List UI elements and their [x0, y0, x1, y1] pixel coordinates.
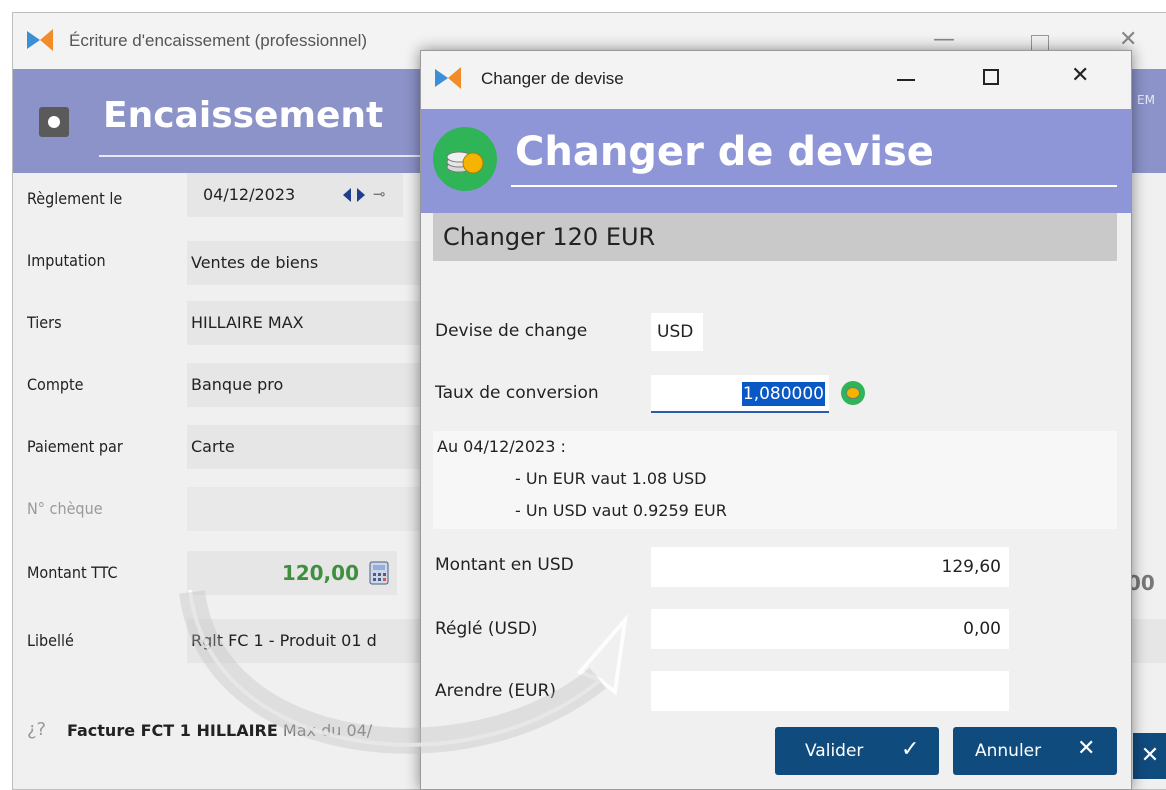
dialog-minimize-button[interactable]: [897, 79, 915, 81]
arendre-field[interactable]: [651, 671, 1009, 711]
regle-label: Réglé (USD): [435, 619, 538, 639]
libelle-value: Rglt FC 1 - Produit 01 d: [191, 631, 377, 650]
tiers-field[interactable]: HILLAIRE MAX: [187, 301, 427, 345]
background-window-title: Écriture d'encaissement (professionnel): [69, 31, 368, 50]
tiers-value: HILLAIRE MAX: [191, 313, 304, 332]
regle-value: 0,00: [963, 619, 1001, 639]
libelle-field-right[interactable]: [1131, 619, 1166, 663]
arendre-label: Arendre (EUR): [435, 681, 557, 701]
background-cancel-button[interactable]: ✕: [1133, 733, 1166, 779]
app-logo-icon: [27, 29, 53, 51]
change-currency-dialog: Changer de devise ✕ Changer de devise Ch…: [420, 50, 1132, 790]
devise-value: USD: [657, 322, 694, 342]
annuler-button[interactable]: Annuler ✕: [953, 727, 1117, 775]
next-date-icon[interactable]: [357, 188, 365, 202]
valider-button[interactable]: Valider ✓: [775, 727, 939, 775]
pin-icon[interactable]: ⊸: [373, 185, 386, 203]
dialog-titlebar: Changer de devise ✕: [421, 51, 1131, 109]
close-button[interactable]: ✕: [1119, 27, 1137, 52]
montant-ttc-field[interactable]: 120,00: [187, 551, 397, 595]
paiement-label: Paiement par: [27, 437, 123, 456]
minimize-button[interactable]: —: [933, 27, 955, 52]
cheque-label: N° chèque: [27, 499, 103, 518]
header-right-text: EM: [1137, 93, 1155, 107]
compte-field[interactable]: Banque pro: [187, 363, 427, 407]
paiement-value: Carte: [191, 437, 235, 456]
previous-date-icon[interactable]: [343, 188, 351, 202]
change-amount-banner: Changer 120 EUR: [433, 213, 1117, 261]
montant-usd-field[interactable]: 129,60: [651, 547, 1009, 587]
annuler-label: Annuler: [975, 741, 1042, 761]
montant-ttc-label: Montant TTC: [27, 563, 118, 582]
info-line-1: - Un EUR vaut 1.08 USD: [515, 469, 707, 488]
devise-field[interactable]: USD: [651, 313, 703, 351]
imputation-field[interactable]: Ventes de biens: [187, 241, 427, 285]
paiement-field[interactable]: Carte: [187, 425, 427, 469]
safe-icon: [39, 107, 69, 137]
devise-label: Devise de change: [435, 321, 588, 341]
info-date: Au 04/12/2023 :: [437, 437, 566, 456]
dialog-page-title: Changer de devise: [515, 129, 934, 175]
tiers-label: Tiers: [27, 313, 62, 332]
libelle-label: Libellé: [27, 631, 74, 650]
calculator-icon[interactable]: [369, 561, 389, 585]
taux-value: 1,080000: [741, 382, 825, 406]
reglement-label: Règlement le: [27, 189, 123, 208]
dialog-window-title: Changer de devise: [481, 69, 624, 88]
regle-field[interactable]: 0,00: [651, 609, 1009, 649]
coins-icon: [433, 127, 497, 191]
compte-value: Banque pro: [191, 375, 284, 394]
compte-label: Compte: [27, 375, 84, 394]
invoice-link[interactable]: Facture FCT 1 HILLAIRE Max du 04/: [67, 721, 372, 740]
info-line-2: - Un USD vaut 0.9259 EUR: [515, 501, 727, 520]
dialog-close-button[interactable]: ✕: [1071, 63, 1089, 88]
invoice-link-rest: Max du 04/: [277, 721, 373, 740]
check-icon: ✓: [901, 737, 920, 762]
montant-usd-label: Montant en USD: [435, 555, 574, 575]
dialog-maximize-button[interactable]: [983, 69, 999, 85]
valider-label: Valider: [805, 741, 864, 761]
app-logo-icon: [435, 67, 461, 89]
taux-field[interactable]: 1,080000: [651, 375, 829, 413]
unlink-icon[interactable]: ¿?: [27, 719, 46, 740]
imputation-value: Ventes de biens: [191, 253, 319, 272]
conversion-info-panel: Au 04/12/2023 : - Un EUR vaut 1.08 USD -…: [433, 431, 1117, 529]
imputation-label: Imputation: [27, 251, 106, 270]
montant-ttc-value: 120,00: [281, 561, 359, 585]
cheque-field[interactable]: [187, 487, 427, 531]
refresh-rate-coins-icon[interactable]: [841, 381, 865, 405]
close-x-icon: ✕: [1077, 736, 1096, 761]
reglement-date-value: 04/12/2023: [203, 185, 296, 204]
reglement-date-field[interactable]: 04/12/2023: [187, 173, 403, 217]
background-page-title: Encaissement: [103, 95, 384, 136]
montant-usd-value: 129,60: [941, 557, 1001, 577]
dialog-title-underline: [511, 185, 1117, 187]
taux-label: Taux de conversion: [435, 383, 599, 403]
invoice-link-bold: Facture FCT 1 HILLAIRE: [67, 721, 278, 740]
dialog-header: Changer de devise: [421, 109, 1131, 213]
libelle-field[interactable]: Rglt FC 1 - Produit 01 d: [187, 619, 427, 663]
